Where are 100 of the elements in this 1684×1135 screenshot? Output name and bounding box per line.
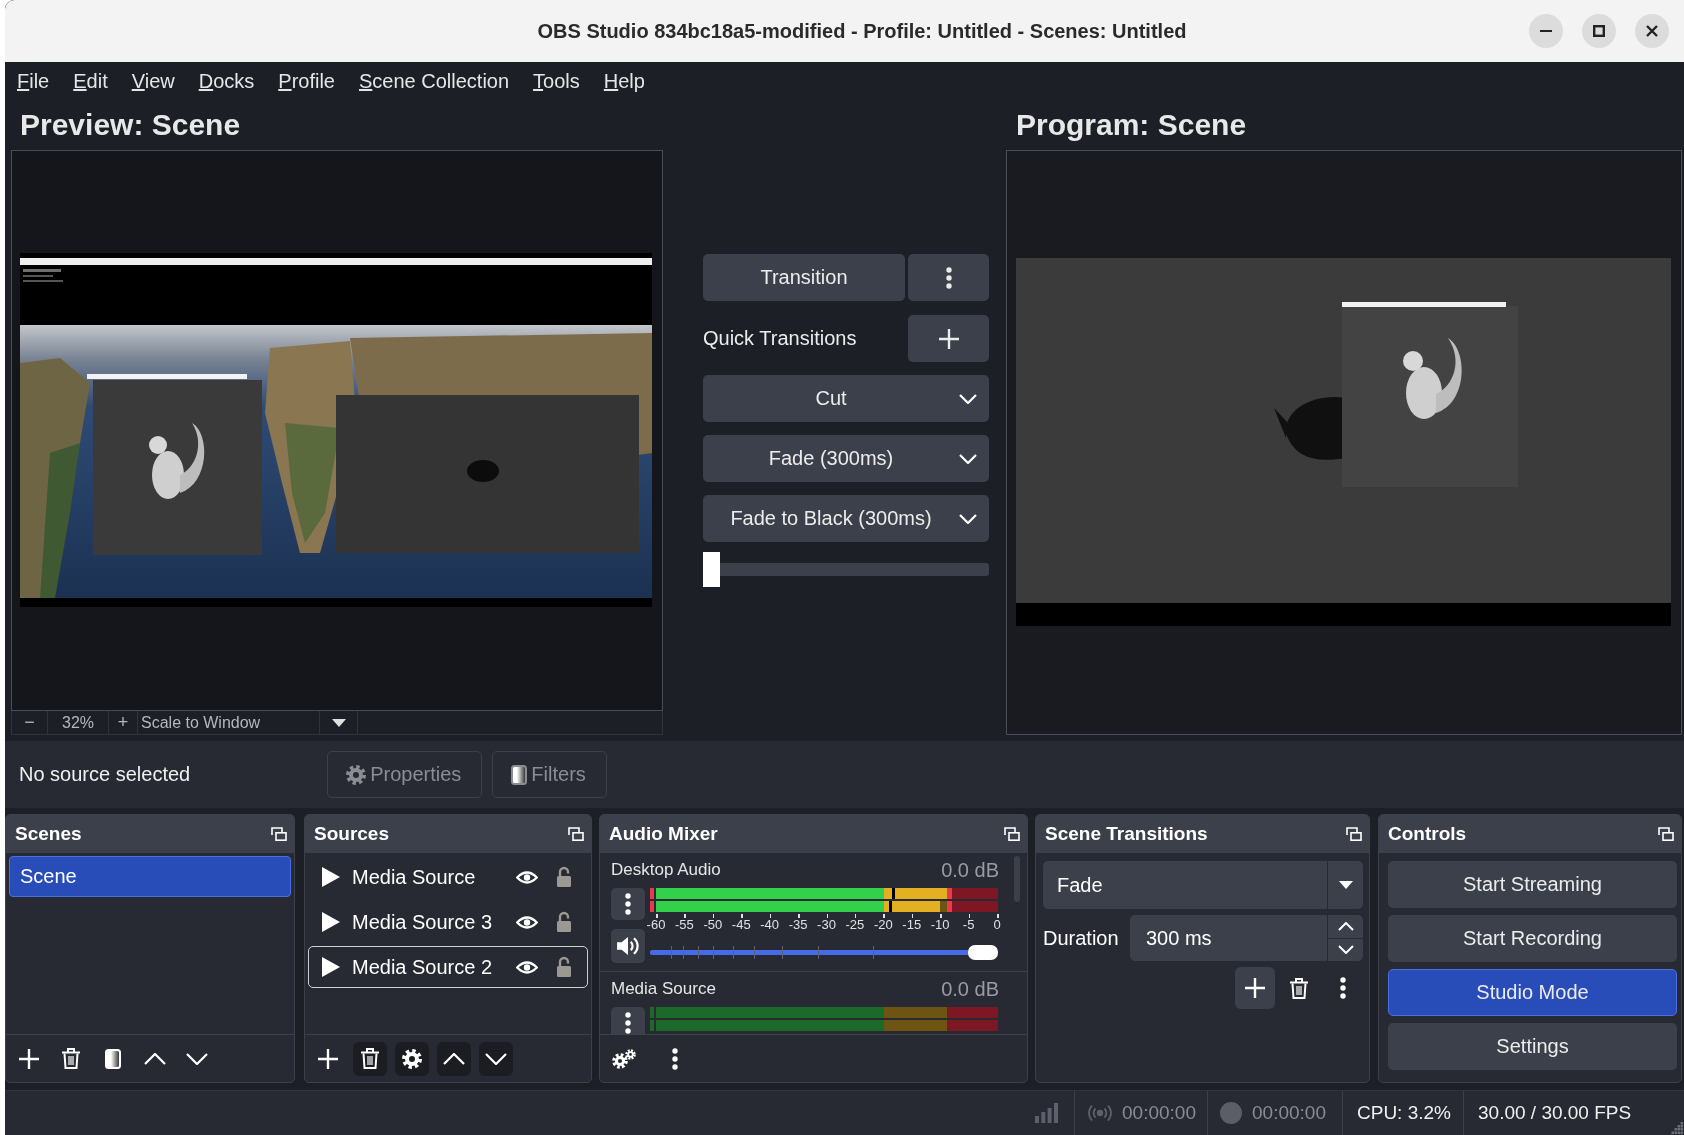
meter-warning-range (884, 1020, 947, 1031)
move-down-button[interactable] (479, 1041, 513, 1076)
minimize-button[interactable] (1529, 14, 1563, 48)
move-up-button[interactable] (437, 1041, 471, 1076)
open-padlock-icon[interactable] (556, 911, 572, 933)
channel-menu-button[interactable] (611, 1007, 645, 1034)
scale-mode-dropdown[interactable]: Scale to Window (138, 711, 320, 734)
source-item[interactable]: Media Source (308, 856, 588, 898)
plus-icon (1245, 978, 1265, 998)
scale-label: -45 (731, 917, 751, 932)
speaker-button[interactable] (611, 929, 645, 963)
undock-icon[interactable] (568, 827, 584, 841)
peak-indicator-icon (650, 901, 654, 912)
transition-menu-button[interactable] (908, 254, 989, 301)
meter-clip-range (946, 1020, 998, 1031)
volume-thumb[interactable] (968, 945, 998, 960)
scale-label: -30 (817, 917, 836, 932)
scale-label: -20 (873, 917, 893, 932)
scene-item[interactable]: Scene (9, 856, 291, 897)
speaker-icon (616, 936, 640, 956)
chevron-down-icon (186, 1052, 208, 1065)
zoom-level: 32% (48, 711, 109, 734)
remove-button[interactable] (353, 1041, 387, 1076)
dock-title: Sources (314, 823, 389, 845)
open-padlock-icon[interactable] (556, 866, 572, 888)
undock-icon[interactable] (1658, 827, 1674, 841)
undock-icon[interactable] (1346, 827, 1362, 841)
quick-transition-button[interactable]: Cut (703, 375, 989, 422)
control-button[interactable]: Studio Mode (1388, 969, 1677, 1016)
duration-field[interactable]: 300 ms (1130, 915, 1363, 961)
gradient-icon (105, 1048, 121, 1069)
plus-icon (938, 328, 959, 349)
channel-name: Desktop Audio (611, 860, 721, 880)
chevron-down-icon (1337, 945, 1354, 955)
control-button[interactable]: Start Recording (1388, 915, 1677, 962)
eye-icon[interactable] (516, 870, 538, 884)
three-dots-icon (945, 266, 952, 289)
zoom-in-button[interactable]: + (109, 711, 138, 734)
source-item[interactable]: Media Source 3 (308, 901, 588, 943)
transition-button[interactable]: Transition (703, 254, 905, 301)
trash-icon (361, 1048, 379, 1069)
dock-title: Audio Mixer (609, 823, 718, 845)
open-padlock-icon[interactable] (556, 956, 572, 978)
source-item[interactable]: Media Source 2 (308, 946, 588, 988)
close-button[interactable] (1635, 14, 1669, 48)
control-button[interactable]: Start Streaming (1388, 861, 1677, 908)
menu-item[interactable]: Help (603, 69, 645, 93)
chevron-down-icon (959, 393, 977, 404)
cpu-usage: CPU: 3.2% (1357, 1102, 1451, 1124)
zoom-out-button[interactable]: − (12, 711, 48, 734)
gears-icon (612, 1048, 636, 1069)
close-icon (1646, 25, 1658, 37)
three-dots-icon (625, 1012, 631, 1034)
chevron-up-icon (144, 1052, 166, 1065)
slider-thumb[interactable] (703, 552, 720, 587)
chevron-down-icon (959, 513, 977, 524)
menu-item[interactable]: View (131, 69, 175, 93)
transition-slider[interactable] (703, 552, 989, 587)
menu-item[interactable]: Scene Collection (359, 69, 510, 93)
peak-indicator-icon (650, 1007, 654, 1018)
scale-label: -35 (788, 917, 808, 932)
menu-item[interactable]: Profile (278, 69, 335, 93)
menu-item[interactable]: File (17, 69, 50, 93)
trash-icon (62, 1048, 80, 1069)
undock-icon[interactable] (271, 827, 287, 841)
scale-label: -60 (646, 917, 666, 932)
three-dots-icon (1340, 977, 1346, 999)
channel-menu-button[interactable] (611, 888, 645, 920)
properties-button[interactable] (395, 1041, 429, 1076)
menu-item[interactable]: Tools (533, 69, 580, 93)
add-quick-transition-button[interactable] (908, 315, 989, 362)
meter-warning-range (884, 1007, 947, 1018)
maximize-button[interactable] (1582, 14, 1616, 48)
scale-label: -15 (902, 917, 922, 932)
menu-item[interactable]: Edit (73, 69, 108, 93)
control-button[interactable]: Settings (1388, 1023, 1677, 1070)
scale-label: -50 (703, 917, 723, 932)
transition-select[interactable]: Fade (1043, 861, 1363, 909)
quick-transition-button[interactable]: Fade (300ms) (703, 435, 989, 482)
three-dots-icon (625, 893, 631, 915)
three-dots-icon (672, 1047, 678, 1070)
maximize-icon (1593, 25, 1605, 37)
resize-grip-icon[interactable] (1671, 1122, 1683, 1134)
channel-name: Media Source (611, 979, 716, 999)
scale-label: -55 (675, 917, 694, 932)
eye-icon[interactable] (516, 960, 538, 974)
source-status: No source selected (19, 763, 191, 786)
eye-icon[interactable] (516, 915, 538, 929)
add-button[interactable] (1235, 967, 1275, 1009)
dock-title: Scene Transitions (1045, 823, 1208, 845)
volume-slider[interactable] (650, 945, 998, 960)
scrollbar[interactable] (1014, 856, 1020, 902)
scale-label: -40 (760, 917, 780, 932)
dock-title: Scenes (15, 823, 82, 845)
quick-transitions-label: Quick Transitions (703, 327, 857, 350)
quick-transition-button[interactable]: Fade to Black (300ms) (703, 495, 989, 542)
gear-icon (402, 1048, 422, 1069)
undock-icon[interactable] (1004, 827, 1020, 841)
stream-time: 00:00:00 (1122, 1102, 1196, 1124)
menu-item[interactable]: Docks (198, 69, 255, 93)
